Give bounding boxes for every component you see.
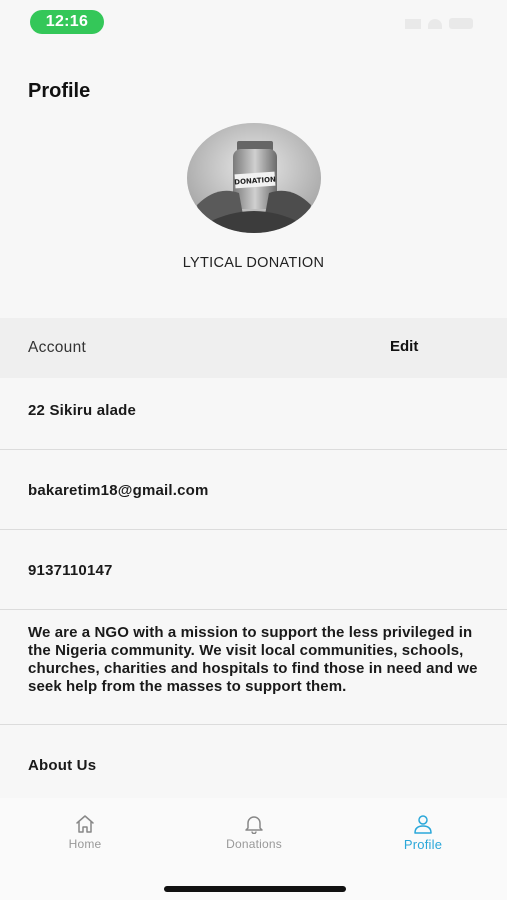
wifi-icon xyxy=(428,18,442,29)
tab-profile[interactable]: Profile xyxy=(373,814,473,852)
about-description-row: We are a NGO with a mission to support t… xyxy=(0,611,507,725)
avatar[interactable]: DONATION xyxy=(187,123,321,233)
account-section-header: Account Edit xyxy=(0,318,507,378)
account-label: Account xyxy=(28,339,87,356)
tab-home-label: Home xyxy=(68,837,102,851)
status-icons xyxy=(405,18,473,29)
about-us-label: About Us xyxy=(28,757,97,774)
about-description: We are a NGO with a mission to support t… xyxy=(28,624,478,695)
tab-home[interactable]: Home xyxy=(35,814,135,851)
person-icon xyxy=(414,815,432,834)
tab-donations[interactable]: Donations xyxy=(204,814,304,851)
phone-value: 9137110147 xyxy=(28,562,113,579)
status-bar: 12:16 xyxy=(0,0,507,46)
about-us-row[interactable]: About Us xyxy=(0,726,507,798)
edit-button[interactable]: Edit xyxy=(390,338,418,355)
tab-donations-label: Donations xyxy=(226,837,282,851)
home-icon xyxy=(76,815,94,833)
email-value: bakaretim18@gmail.com xyxy=(28,482,209,499)
battery-icon xyxy=(449,18,473,29)
phone-row: 9137110147 xyxy=(0,531,507,610)
address-row: 22 Sikiru alade xyxy=(0,378,507,450)
tab-profile-label: Profile xyxy=(403,837,443,852)
home-indicator xyxy=(164,886,346,892)
email-row: bakaretim18@gmail.com xyxy=(0,451,507,530)
status-time: 12:16 xyxy=(30,10,104,34)
bell-icon xyxy=(245,816,263,834)
address-value: 22 Sikiru alade xyxy=(28,402,137,419)
donation-jar-image: DONATION xyxy=(187,123,321,233)
organization-name: LYTICAL DONATION xyxy=(182,255,325,271)
bottom-tab-bar: Home Donations Profile xyxy=(0,798,507,900)
page-title: Profile xyxy=(28,80,91,102)
signal-icon xyxy=(405,18,421,29)
